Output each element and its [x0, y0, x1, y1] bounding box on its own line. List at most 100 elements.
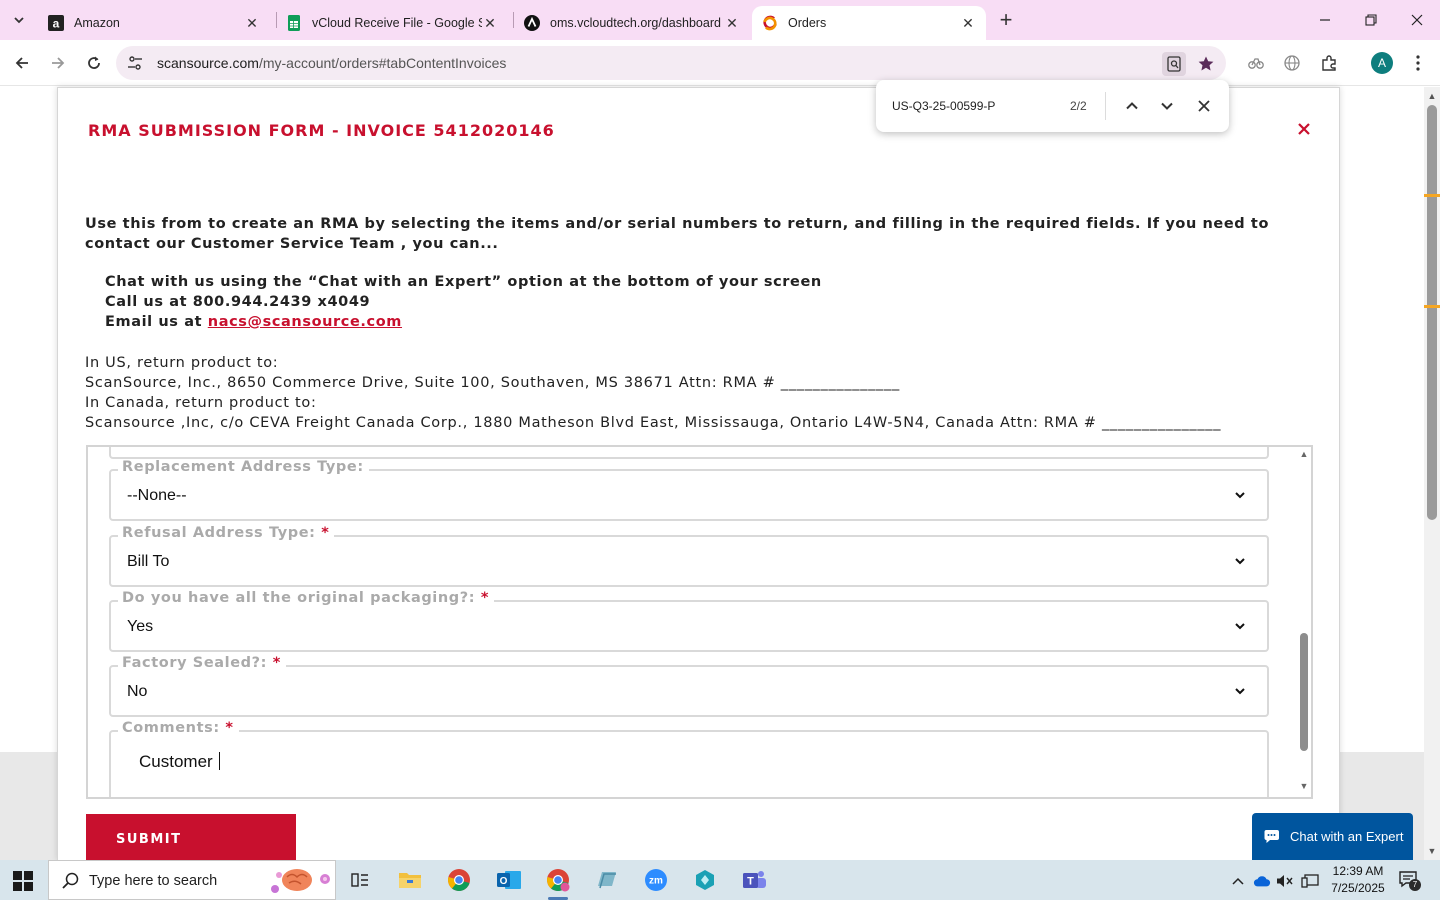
chevron-down-icon [14, 17, 24, 24]
menu-kebab-icon[interactable] [1405, 50, 1431, 76]
field-label-text: Factory Sealed?: [122, 655, 268, 671]
chevron-down-icon [1235, 688, 1245, 695]
arrow-right-icon [52, 57, 65, 69]
address-bar[interactable]: scansource.com/my-account/orders#tabCont… [116, 46, 1226, 80]
close-icon [1411, 14, 1423, 26]
reload-button[interactable] [81, 50, 107, 76]
onedrive-cloud-icon[interactable] [1253, 872, 1271, 890]
close-icon[interactable]: ✕ [244, 15, 260, 31]
browser-toolbar: scansource.com/my-account/orders#tabCont… [0, 40, 1440, 86]
taskbar-search-box[interactable]: Type here to search [48, 860, 336, 900]
arrow-left-icon [15, 57, 28, 69]
new-tab-button[interactable]: + [994, 7, 1018, 32]
volume-muted-icon[interactable] [1276, 872, 1294, 890]
field-label: Replacement Address Type: [118, 459, 369, 475]
window-close-button[interactable] [1394, 0, 1440, 40]
find-in-page-icon[interactable] [1162, 52, 1186, 76]
find-divider [1105, 92, 1106, 120]
chevron-down-icon [1235, 492, 1245, 499]
extension-tracking-icon[interactable] [1243, 50, 1269, 76]
network-display-icon[interactable] [1301, 872, 1319, 890]
find-next-button[interactable] [1157, 96, 1177, 116]
clock-date: 7/25/2025 [1331, 881, 1385, 895]
tab-title: vCloud Receive File - Google Sh [312, 16, 482, 30]
contact-call-text: Call us at 800.944.2439 x4049 [105, 294, 371, 310]
refusal-address-type-select[interactable]: Refusal Address Type: * Bill To [109, 525, 1269, 587]
bookmark-star-icon[interactable] [1194, 52, 1218, 76]
field-label-text: Replacement Address Type: [122, 459, 364, 475]
scansource-icon [762, 15, 778, 31]
chat-with-expert-button[interactable]: Chat with an Expert [1252, 813, 1413, 860]
browser-tab-strip: a Amazon ✕ vCloud Receive File - Google … [0, 0, 1440, 40]
tab-amazon[interactable]: a Amazon ✕ [38, 6, 270, 40]
contact-email-line: Email us at nacs@scansource.com [105, 314, 905, 330]
chrome-profile-icon[interactable] [544, 866, 572, 900]
replacement-address-type-select[interactable]: Replacement Address Type: --None-- [109, 459, 1269, 521]
tab-orders[interactable]: Orders ✕ [752, 6, 986, 40]
task-view-icon[interactable] [346, 866, 374, 894]
comments-text: Customer [139, 752, 218, 771]
factory-sealed-select[interactable]: Factory Sealed?: * No [109, 655, 1269, 717]
select-value: --None-- [127, 487, 187, 504]
scroll-up-arrow-icon[interactable]: ▲ [1427, 91, 1437, 101]
tab-title: Orders [788, 16, 827, 30]
form-scrollbar[interactable]: ▲ ▼ [1298, 447, 1311, 797]
rma-form-scroll-area[interactable]: Replacement Address Type: --None-- Refus… [86, 445, 1313, 799]
restore-button[interactable] [1348, 0, 1394, 40]
tab-search-dropdown[interactable] [6, 8, 32, 32]
zoom-icon[interactable]: zm [642, 866, 670, 894]
us-return-label: In US, return product to: [85, 355, 279, 371]
close-icon[interactable]: ✕ [960, 15, 976, 31]
file-explorer-icon[interactable] [396, 866, 424, 894]
tab-vcloud-sheet[interactable]: vCloud Receive File - Google Sh ✕ [276, 6, 508, 40]
svg-text:O: O [500, 876, 508, 887]
contact-email-link[interactable]: nacs@scansource.com [208, 314, 402, 330]
submit-button[interactable]: SUBMIT [86, 814, 296, 864]
original-packaging-select[interactable]: Do you have all the original packaging?:… [109, 590, 1269, 652]
chrome-icon[interactable] [445, 866, 473, 894]
field-label: Factory Sealed?: * [118, 655, 286, 671]
back-button[interactable] [9, 50, 35, 76]
outlook-icon[interactable]: O [495, 866, 523, 894]
system-clock[interactable]: 12:39 AM 7/25/2025 [1328, 863, 1388, 897]
modal-close-button[interactable] [1295, 120, 1313, 138]
find-close-button[interactable] [1194, 96, 1214, 116]
chat-button-label: Chat with an Expert [1290, 829, 1404, 844]
scroll-up-arrow-icon[interactable]: ▲ [1298, 449, 1310, 459]
forward-button[interactable] [45, 50, 71, 76]
find-input[interactable]: US-Q3-25-00599-P [892, 99, 995, 113]
profile-avatar[interactable]: A [1371, 52, 1393, 74]
translate-globe-icon[interactable] [1279, 50, 1305, 76]
close-icon[interactable]: ✕ [724, 15, 740, 31]
teams-icon[interactable]: T [740, 866, 768, 894]
extensions-puzzle-icon[interactable] [1316, 50, 1342, 76]
tab-oms-dashboard[interactable]: oms.vcloudtech.org/dashboard ✕ [514, 6, 750, 40]
show-hidden-icons-chevron-up-icon[interactable] [1229, 872, 1247, 890]
restore-icon [1365, 14, 1377, 26]
teal-app-icon[interactable] [691, 866, 719, 894]
scroll-down-arrow-icon[interactable]: ▼ [1298, 781, 1310, 791]
page-scrollbar[interactable]: ▲ ▼ [1424, 87, 1440, 860]
app-window-icon[interactable] [593, 866, 621, 894]
svg-text:a: a [53, 17, 60, 31]
ca-return-label: In Canada, return product to: [85, 395, 317, 411]
scroll-down-arrow-icon[interactable]: ▼ [1427, 846, 1437, 856]
scrollbar-thumb[interactable] [1427, 105, 1437, 520]
close-icon [1198, 100, 1210, 112]
oms-icon [524, 15, 540, 31]
scrollbar-thumb[interactable] [1300, 633, 1308, 751]
close-icon[interactable]: ✕ [482, 15, 498, 31]
action-center-button[interactable]: 7 [1398, 870, 1421, 891]
windows-start-button[interactable] [12, 870, 34, 892]
field-label: Do you have all the original packaging?:… [118, 590, 495, 606]
field-label: Refusal Address Type: * [118, 525, 335, 541]
comments-textarea[interactable]: Comments: * Customer [109, 720, 1269, 797]
reload-icon [88, 56, 100, 69]
notification-count-badge: 7 [1409, 879, 1421, 891]
minimize-button[interactable] [1302, 0, 1348, 40]
contact-chat-text: Chat with us using the “Chat with an Exp… [105, 274, 822, 290]
contact-email-prefix: Email us at [105, 314, 208, 330]
find-previous-button[interactable] [1122, 96, 1142, 116]
site-settings-icon[interactable] [126, 54, 144, 72]
ca-return-address: Scansource ,Inc, c/o CEVA Freight Canada… [85, 415, 1222, 431]
